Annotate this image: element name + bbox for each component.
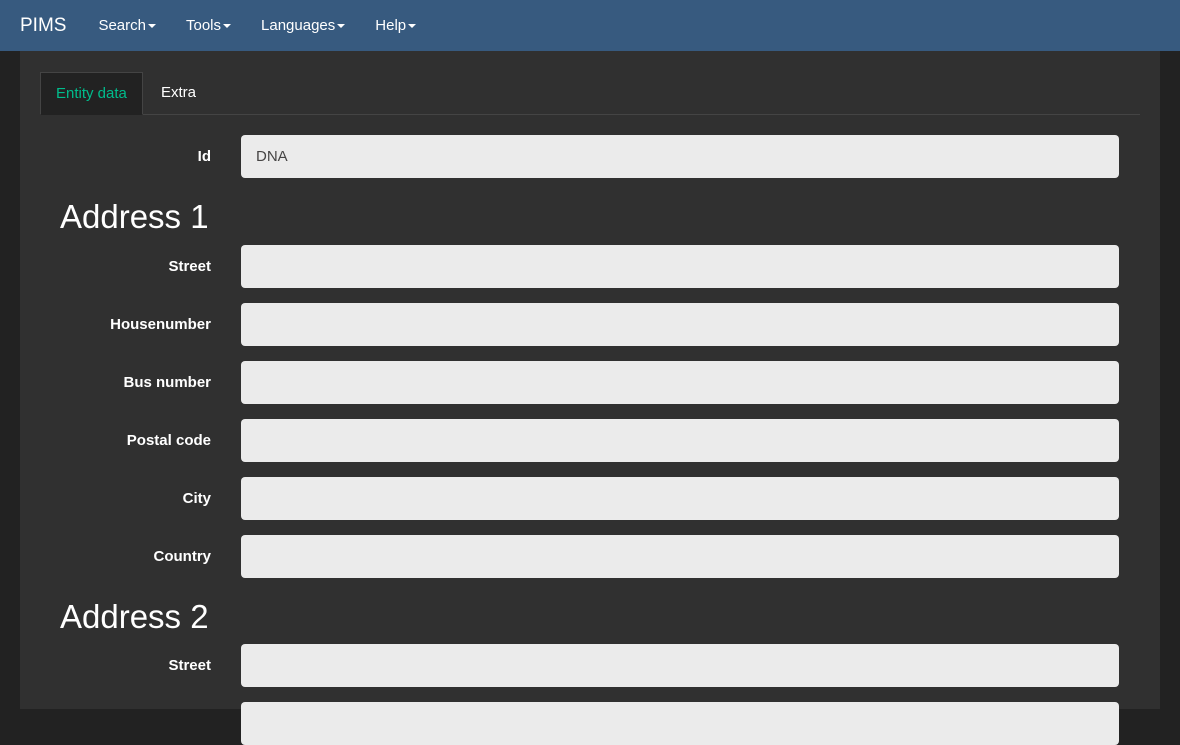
address1-street-field[interactable] [241,245,1119,288]
address2-next-field[interactable] [241,702,1119,745]
form-row-address2-street: Street [20,644,1160,687]
id-field[interactable] [241,135,1119,178]
tab-bar: Entity data Extra [40,72,1140,115]
form-row-address1-street: Street [20,245,1160,288]
address1-housenumber-field[interactable] [241,303,1119,346]
postal-code-label: Postal code [126,432,211,449]
caret-down-icon [408,23,417,28]
address1-city-field[interactable] [241,477,1119,520]
menu-tools[interactable]: Tools [171,0,246,51]
address-2-heading: Address 2 [60,598,209,635]
menu-tools-label: Tools [185,17,222,34]
menu-help[interactable]: Help [360,0,431,51]
country-label: Country [153,548,212,565]
menu-help-label: Help [375,17,407,34]
content-panel: Entity data Extra Id Address 1 Street Ho… [20,51,1160,745]
id-label: Id [197,148,211,165]
caret-down-icon [147,23,156,28]
street-label: Street [168,657,211,674]
form-row-address1-country: Country [20,535,1160,578]
housenumber-label: Housenumber [110,316,211,333]
form-row-address1-bus-number: Bus number [20,361,1160,404]
city-label: City [182,490,211,507]
form-row-address1-housenumber: Housenumber [20,303,1160,346]
caret-down-icon [223,23,232,28]
address1-country-field[interactable] [241,535,1119,578]
address1-postal-code-field[interactable] [241,419,1119,462]
address2-street-field[interactable] [241,644,1119,687]
menu-languages-label: Languages [261,17,336,34]
tab-entity-data[interactable]: Entity data [40,72,143,115]
form-row-address1-postal-code: Postal code [20,419,1160,462]
address1-bus-number-field[interactable] [241,361,1119,404]
caret-down-icon [337,23,346,28]
brand-logo[interactable]: PIMS [20,0,66,51]
form-row-address2-next [20,702,1160,745]
top-navbar: PIMS Search Tools Languages Help [0,0,1180,51]
tab-extra[interactable]: Extra [146,72,211,114]
menu-search-label: Search [98,17,146,34]
menu-languages[interactable]: Languages [246,0,360,51]
menu-search[interactable]: Search [83,0,171,51]
form-row-address1-city: City [20,477,1160,520]
address-1-heading: Address 1 [60,198,209,235]
bus-number-label: Bus number [123,374,211,391]
street-label: Street [168,258,211,275]
form-row-id: Id [20,135,1160,178]
